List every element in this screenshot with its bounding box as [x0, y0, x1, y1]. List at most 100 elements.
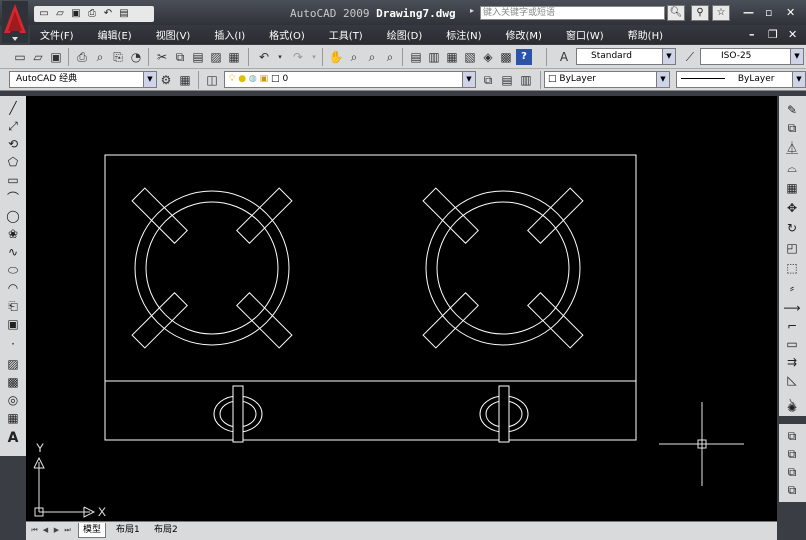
layer-select[interactable]: 💡︎ ● ◍ ▣ □ 0 ▼ — [224, 71, 476, 88]
doc-minimize-button[interactable]: – — [749, 28, 755, 41]
menu-window[interactable]: 窗口(W) — [566, 27, 604, 42]
dim-style-icon[interactable]: ⟋ — [682, 49, 698, 65]
layer-on-icon[interactable]: 💡︎ — [229, 74, 235, 84]
layer-manager-icon[interactable]: ◫ — [204, 72, 220, 88]
menu-view[interactable]: 视图(V) — [156, 27, 191, 42]
autocad-logo[interactable] — [2, 1, 28, 43]
ellipse-arc-icon[interactable]: ◠ — [4, 280, 22, 296]
new-icon[interactable]: ▭ — [37, 8, 51, 20]
trim-icon[interactable]: ⸗ — [783, 280, 801, 296]
menu-draw[interactable]: 绘图(D) — [387, 27, 423, 42]
search-icon[interactable]: 🔍︎ — [667, 5, 685, 21]
chevron-down-icon[interactable]: ▼ — [462, 72, 475, 87]
markup-icon[interactable]: ◈ — [480, 49, 496, 65]
menu-format[interactable]: 格式(O) — [269, 27, 305, 42]
tab-last-icon[interactable]: ⏭ — [63, 525, 72, 536]
open-file-icon[interactable]: ▱ — [30, 49, 46, 65]
make-block-icon[interactable]: ▣ — [4, 316, 22, 332]
copy-icon[interactable]: ⧉ — [172, 49, 188, 65]
rectangle-icon[interactable]: ▭ — [4, 172, 22, 188]
design-center-icon[interactable]: ▥ — [426, 49, 442, 65]
arc-icon[interactable]: ⌒ — [4, 190, 22, 206]
send-under-objects-icon[interactable]: ⧉ — [783, 482, 801, 498]
dim-style-select[interactable]: ISO-25 ▼ — [700, 48, 804, 65]
chevron-down-icon[interactable]: ▼ — [656, 72, 669, 87]
layer-state-icon[interactable]: ▥ — [518, 72, 534, 88]
region-icon[interactable]: ◎ — [4, 392, 22, 408]
bring-above-objects-icon[interactable]: ⧉ — [783, 464, 801, 480]
plot-preview-icon[interactable]: ⌕ — [92, 49, 108, 65]
help-icon[interactable]: ? — [516, 49, 532, 65]
sheet-set-icon[interactable]: ▧ — [462, 49, 478, 65]
tab-model[interactable]: 模型 — [78, 523, 107, 538]
search-input[interactable]: 键入关键字或短语 — [480, 6, 665, 20]
menu-help[interactable]: 帮助(H) — [628, 27, 663, 42]
revision-cloud-icon[interactable]: ❀ — [4, 226, 22, 242]
minimize-button[interactable]: — — [743, 6, 754, 19]
break-icon[interactable]: ▭ — [783, 336, 801, 352]
make-object-layer-current-icon[interactable]: ⧉ — [480, 72, 496, 88]
rotate-icon[interactable]: ↻ — [783, 220, 801, 236]
stretch-icon[interactable]: ⬚ — [783, 260, 801, 276]
undo-icon[interactable]: ↶ — [256, 49, 272, 65]
publish-icon[interactable]: ⎘ — [110, 49, 126, 65]
save-icon[interactable]: ▣ — [69, 8, 83, 20]
color-select[interactable]: □ ByLayer ▼ — [544, 71, 670, 88]
close-button[interactable]: ✕ — [786, 6, 795, 19]
bring-to-front-icon[interactable]: ⧉ — [783, 428, 801, 444]
send-to-back-icon[interactable]: ⧉ — [783, 446, 801, 462]
chamfer-icon[interactable]: ◺ — [783, 372, 801, 388]
polyline-icon[interactable]: ⟲ — [4, 136, 22, 152]
layer-previous-icon[interactable]: ▤ — [499, 72, 515, 88]
chevron-down-icon[interactable]: ▼ — [662, 49, 675, 64]
copy-object-icon[interactable]: ⧉ — [783, 120, 801, 136]
multiline-text-icon[interactable]: A — [4, 430, 22, 446]
layer-lock-icon[interactable]: ▣ — [260, 74, 269, 84]
workspace-settings-icon[interactable]: ⚙ — [158, 72, 174, 88]
linetype-select[interactable]: ByLayer ▼ — [676, 71, 806, 88]
offset-icon[interactable]: ⌓ — [783, 160, 801, 176]
extend-icon[interactable]: ⟶ — [783, 300, 801, 316]
undo-icon[interactable]: ↶ — [101, 8, 115, 20]
plot-icon[interactable]: ▤ — [117, 8, 131, 20]
table-icon[interactable]: ▦ — [4, 410, 22, 426]
menu-tools[interactable]: 工具(T) — [329, 27, 363, 42]
spline-icon[interactable]: ∿ — [4, 244, 22, 260]
tab-prev-icon[interactable]: ◀ — [41, 525, 50, 536]
zoom-window-icon[interactable]: ⌕ — [364, 49, 380, 65]
calculator-icon[interactable]: ▩ — [498, 49, 514, 65]
gradient-icon[interactable]: ▩ — [4, 374, 22, 390]
line-icon[interactable]: ╱ — [4, 100, 22, 116]
ellipse-icon[interactable]: ⬭ — [4, 262, 22, 278]
break-at-point-icon[interactable]: ⌐ — [783, 318, 801, 334]
menu-modify[interactable]: 修改(M) — [506, 27, 542, 42]
move-icon[interactable]: ✥ — [783, 200, 801, 216]
pan-icon[interactable]: ✋ — [328, 49, 344, 65]
3d-dwf-icon[interactable]: ◔ — [128, 49, 144, 65]
doc-close-button[interactable]: ✕ — [788, 28, 797, 41]
polygon-icon[interactable]: ⬠ — [4, 154, 22, 170]
array-icon[interactable]: ▦ — [783, 180, 801, 196]
layer-freeze-icon[interactable]: ● — [238, 74, 246, 84]
save-file-icon[interactable]: ▣ — [48, 49, 64, 65]
print-icon[interactable]: ⎙ — [85, 8, 99, 20]
tab-next-icon[interactable]: ▶ — [52, 525, 61, 536]
menu-insert[interactable]: 插入(I) — [214, 27, 245, 42]
maximize-button[interactable]: ▫ — [765, 6, 772, 19]
erase-icon[interactable]: ✎ — [783, 102, 801, 118]
insert-block-icon[interactable]: ⎗ — [4, 298, 22, 314]
mirror-icon[interactable]: ⏅ — [783, 140, 801, 156]
properties-icon[interactable]: ▤ — [408, 49, 424, 65]
plot-icon[interactable]: ⎙ — [74, 49, 90, 65]
qnew-icon[interactable]: ▭ — [12, 49, 28, 65]
cut-icon[interactable]: ✂ — [154, 49, 170, 65]
chevron-down-icon[interactable]: ▼ — [790, 49, 803, 64]
text-style-icon[interactable]: A — [556, 49, 572, 65]
hatch-icon[interactable]: ▨ — [4, 356, 22, 372]
layer-viewport-freeze-icon[interactable]: ◍ — [249, 74, 257, 84]
join-icon[interactable]: ⇉ — [783, 354, 801, 370]
chevron-down-icon[interactable]: ▼ — [792, 72, 805, 87]
star-icon[interactable]: ☆ — [712, 5, 730, 21]
drawing-canvas[interactable]: Y X — [26, 96, 777, 522]
menu-dimension[interactable]: 标注(N) — [446, 27, 481, 42]
